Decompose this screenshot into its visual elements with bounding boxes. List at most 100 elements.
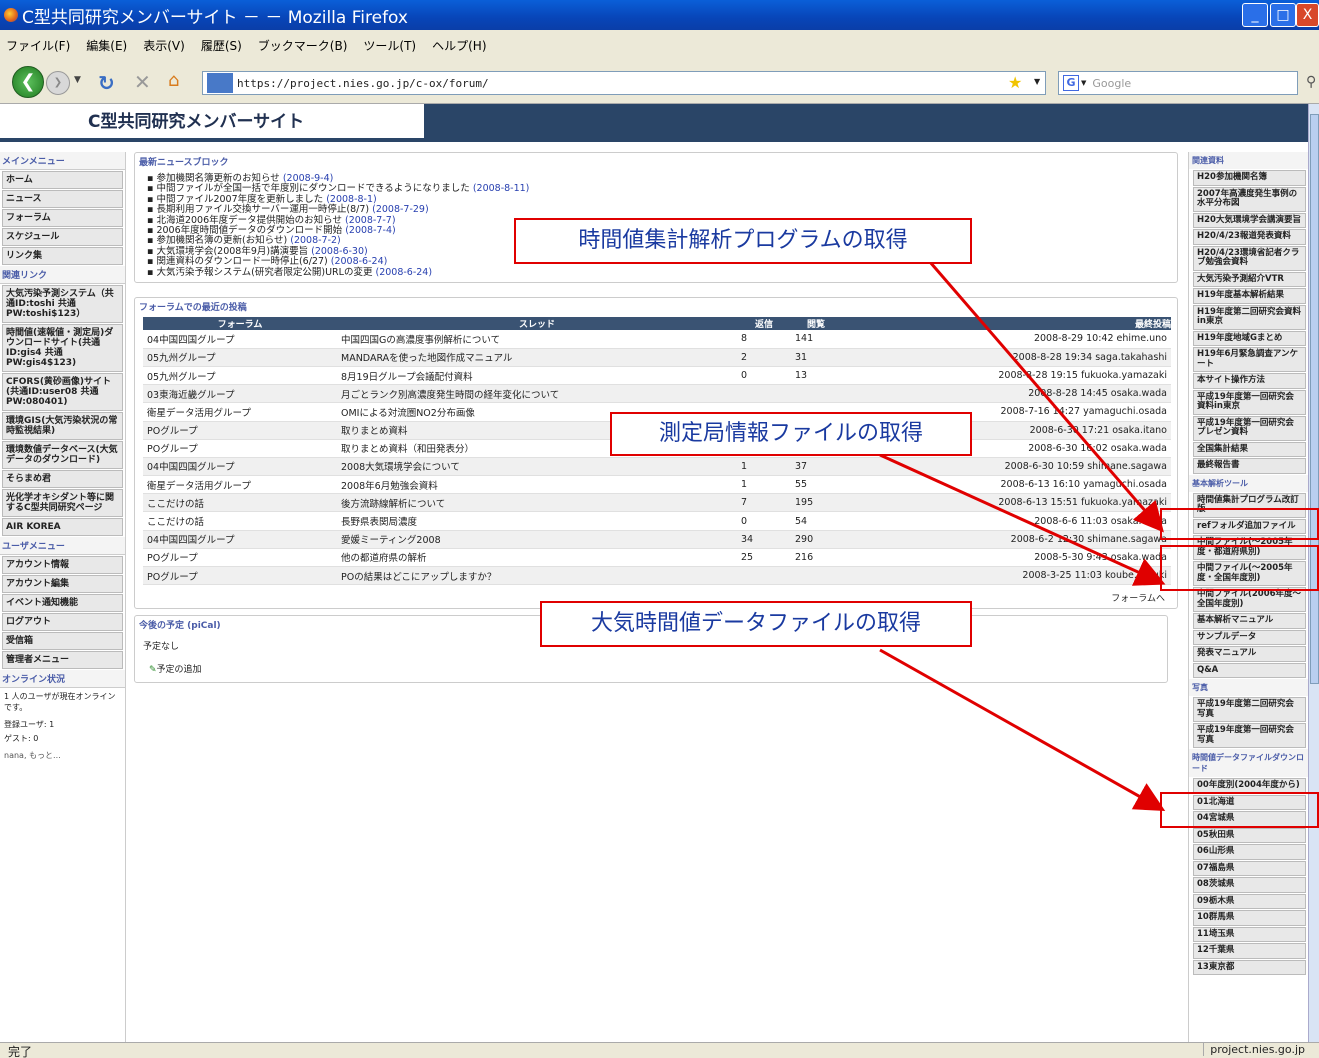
menu-forum[interactable]: フォーラム	[2, 209, 123, 227]
data-download-link[interactable]: 時間値データファイルダウンロード	[1189, 749, 1308, 777]
forum-row[interactable]: 05九州グループ 8月19日グループ会議配付資料 0 13 2008-8-28 19:1…	[143, 366, 1171, 386]
menu-event-notify[interactable]: イベント通知機能	[2, 594, 123, 612]
doc-link[interactable]: 2007年高濃度発生事例の水平分布図	[1193, 186, 1306, 212]
site-title[interactable]: C型共同研究メンバーサイト	[88, 107, 304, 132]
back-button[interactable]: ❮	[12, 66, 44, 98]
close-button[interactable]: X	[1296, 3, 1319, 27]
bookmark-star-icon[interactable]: ★	[1008, 73, 1022, 92]
forum-row[interactable]: POグループ 他の都道府県の解析 25 216 2008-5-30 9:43 osaka…	[143, 548, 1171, 568]
forum-name[interactable]: POグループ	[143, 421, 337, 440]
menu-help[interactable]: ヘルプ(H)	[432, 37, 486, 54]
forum-name[interactable]: 衛星データ活用グループ	[143, 402, 337, 422]
thread-title[interactable]: 月ごとランク別高濃度発生時間の経年変化について	[337, 384, 737, 404]
google-icon[interactable]: G	[1063, 75, 1079, 91]
search-engine-dropdown-icon[interactable]: ▼	[1081, 79, 1086, 87]
forum-row[interactable]: 衛星データ活用グループ 2008年6月勉強会資料 1 55 2008-6-13 16:1…	[143, 475, 1171, 495]
prefecture-link[interactable]: 10群馬県	[1193, 910, 1306, 926]
reload-button[interactable]: ↻	[98, 71, 115, 95]
url-dropdown-icon[interactable]: ▼	[1034, 77, 1040, 86]
doc-link[interactable]: H20参加機関名簿	[1193, 170, 1306, 186]
menu-news[interactable]: ニュース	[2, 190, 123, 208]
forum-name[interactable]: 衛星データ活用グループ	[143, 475, 337, 495]
forum-name[interactable]: 05九州グループ	[143, 366, 337, 386]
prefecture-link[interactable]: 05秋田県	[1193, 827, 1306, 843]
schedule-add-link[interactable]: ✎予定の追加	[135, 658, 1167, 679]
menu-account-info[interactable]: アカウント情報	[2, 556, 123, 574]
thread-title[interactable]: 愛媛ミーティング2008	[337, 530, 737, 549]
forum-row[interactable]: POグループ POの結果はどこにアップしますか？ 2008-3-25 11:03 k…	[143, 566, 1171, 586]
doc-link[interactable]: H20/4/23環境省記者クラブ勉強会資料	[1193, 245, 1306, 271]
forum-row[interactable]: 04中国四国グループ 愛媛ミーティング2008 34 290 2008-6-2 12:3…	[143, 530, 1171, 549]
link-oxidant-research[interactable]: 光化学オキシダント等に関するC型共同研究ページ	[2, 489, 123, 517]
link-air-korea[interactable]: AIR KOREA	[2, 518, 123, 536]
menu-bookmarks[interactable]: ブックマーク(B)	[258, 37, 348, 54]
menu-admin[interactable]: 管理者メニュー	[2, 651, 123, 669]
tool-link[interactable]: 基本解析マニュアル	[1193, 613, 1306, 629]
doc-link[interactable]: H19年6月緊急調査アンケート	[1193, 347, 1306, 372]
thread-title[interactable]: 長野県表関局濃度	[337, 511, 737, 531]
doc-link[interactable]: 最終報告書	[1193, 458, 1306, 474]
thread-title[interactable]: MANDARAを使った地図作成マニュアル	[337, 348, 737, 367]
forum-row[interactable]: ここだけの話 長野県表関局濃度 0 54 2008-6-6 11:03 osaka.wa…	[143, 511, 1171, 531]
search-icon[interactable]: ⚲	[1306, 74, 1316, 90]
forward-button[interactable]: ❯	[46, 71, 70, 95]
doc-link[interactable]: H20/4/23報道発表資料	[1193, 229, 1306, 245]
menu-logout[interactable]: ログアウト	[2, 613, 123, 631]
forum-row[interactable]: 03東海近畿グループ 月ごとランク別高濃度発生時間の経年変化について 2008-8-…	[143, 384, 1171, 404]
forum-name[interactable]: 05九州グループ	[143, 348, 337, 367]
site-identity-icon[interactable]	[207, 73, 233, 93]
doc-link[interactable]: H19年度地域Gまとめ	[1193, 330, 1306, 346]
scrollbar-thumb[interactable]	[1310, 114, 1319, 684]
forum-name[interactable]: 04中国四国グループ	[143, 530, 337, 549]
prefecture-link[interactable]: 09栃木県	[1193, 893, 1306, 909]
forum-name[interactable]: POグループ	[143, 566, 337, 586]
url-bar[interactable]: https://project.nies.go.jp/c-ox/forum/	[202, 71, 1046, 95]
doc-link[interactable]: H20大気環境学会講演要旨	[1193, 212, 1306, 228]
menu-view[interactable]: 表示(V)	[143, 37, 185, 54]
photo-link[interactable]: 平成19年度第二回研究会写真	[1193, 697, 1306, 722]
prefecture-link[interactable]: 07福島県	[1193, 860, 1306, 876]
forum-name[interactable]: ここだけの話	[143, 493, 337, 513]
link-forecast-system[interactable]: 大気汚染予測システム（共通ID:toshi 共通PW:toshi$123）	[2, 285, 123, 323]
tool-link[interactable]: サンプルデータ	[1193, 629, 1306, 645]
maximize-button[interactable]: □	[1270, 3, 1296, 27]
prefecture-link[interactable]: 13東京都	[1193, 959, 1306, 975]
thread-title[interactable]: 2008年6月勉強会資料	[337, 475, 737, 495]
doc-link[interactable]: H19年度基本解析結果	[1193, 288, 1306, 304]
prefecture-link[interactable]: 11埼玉県	[1193, 926, 1306, 942]
doc-link[interactable]: 全国集計結果	[1193, 441, 1306, 457]
menu-history[interactable]: 履歴(S)	[201, 37, 242, 54]
forum-row[interactable]: ここだけの話 後方流跡線解析について 7 195 2008-6-13 15:51 fuk…	[143, 493, 1171, 513]
menu-edit[interactable]: 編集(E)	[86, 37, 127, 54]
forum-name[interactable]: 04中国四国グループ	[143, 457, 337, 477]
link-env-database[interactable]: 環境数値データベース(大気データのダウンロード)	[2, 441, 123, 469]
news-item[interactable]: ▪ 大気汚染予報システム(研究者限定公開)URLの変更 (2008-6-24)	[147, 267, 1165, 278]
menu-schedule[interactable]: スケジュール	[2, 228, 123, 246]
tool-link[interactable]: 発表マニュアル	[1193, 646, 1306, 662]
home-button[interactable]: ⌂	[168, 70, 179, 91]
forum-name[interactable]: 04中国四国グループ	[143, 330, 337, 349]
thread-title[interactable]: 2008大気環境学会について	[337, 457, 737, 477]
link-soramame[interactable]: そらまめ君	[2, 470, 123, 488]
menu-home[interactable]: ホーム	[2, 171, 123, 189]
thread-title[interactable]: 他の都道府県の解析	[337, 548, 737, 568]
menu-inbox[interactable]: 受信箱	[2, 632, 123, 650]
online-more-link[interactable]: nana, もっと...	[0, 747, 125, 764]
prefecture-link[interactable]: 08茨城県	[1193, 877, 1306, 893]
prefecture-link[interactable]: 12千葉県	[1193, 943, 1306, 959]
menu-links[interactable]: リンク集	[2, 247, 123, 265]
link-hourly-download[interactable]: 時間値(速報値・測定局)ダウンロードサイト(共通ID:gis4 共通PW:gis…	[2, 324, 123, 372]
prefecture-link[interactable]: 06山形県	[1193, 844, 1306, 860]
thread-title[interactable]: 8月19日グループ会議配付資料	[337, 366, 737, 386]
link-env-gis[interactable]: 環境GIS(大気汚染状況の常時監視結果)	[2, 412, 123, 440]
forum-row[interactable]: 05九州グループ MANDARAを使った地図作成マニュアル 2 31 2008-8-28…	[143, 348, 1171, 367]
minimize-button[interactable]: _	[1242, 3, 1268, 27]
forum-name[interactable]: 03東海近畿グループ	[143, 384, 337, 404]
doc-link[interactable]: 本サイト操作方法	[1193, 373, 1306, 389]
doc-link[interactable]: 平成19年度第一回研究会資料in東京	[1193, 389, 1306, 415]
forum-name[interactable]: POグループ	[143, 548, 337, 568]
search-input[interactable]: G ▼ Google	[1058, 71, 1298, 95]
tool-link[interactable]: Q&A	[1193, 662, 1306, 678]
forum-name[interactable]: ここだけの話	[143, 511, 337, 531]
link-cfors[interactable]: CFORS(黄砂画像)サイト(共通ID:user08 共通PW:080401)	[2, 373, 123, 411]
